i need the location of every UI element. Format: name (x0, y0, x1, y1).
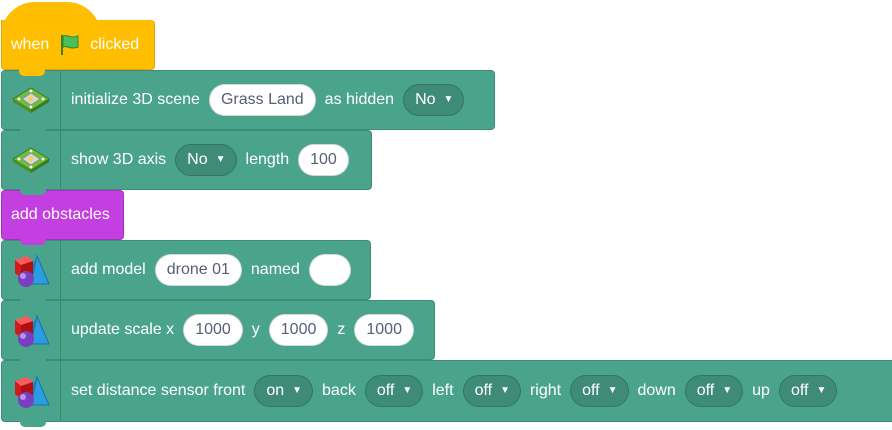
block-notch (20, 128, 46, 135)
axis-dropdown-value: No (187, 151, 208, 168)
block-icon-area (2, 131, 61, 189)
scale-x-input[interactable]: 1000 (183, 314, 243, 346)
block-icon-area (2, 361, 61, 421)
chevron-down-icon: ▼ (722, 385, 733, 396)
block-icon-area (2, 301, 61, 359)
scene-name-input[interactable]: Grass Land (208, 84, 316, 116)
down-label: down (637, 382, 676, 399)
block-notch (20, 238, 46, 245)
add-model-label: add model (71, 261, 146, 278)
right-dropdown-value: off (582, 382, 600, 399)
3d-scene-icon (11, 85, 51, 115)
chevron-down-icon: ▼ (607, 385, 618, 396)
hidden-dropdown-value: No (415, 91, 436, 108)
chevron-down-icon: ▼ (215, 154, 226, 165)
up-label: up (752, 382, 770, 399)
block-icon-area (2, 71, 61, 129)
add-obstacles-block[interactable]: add obstacles (1, 190, 124, 245)
add-obstacles-label: add obstacles (11, 206, 110, 223)
green-flag-icon (58, 33, 82, 57)
model-input[interactable]: drone 01 (154, 254, 242, 286)
show-3d-axis-label: show 3D axis (71, 151, 167, 168)
scale-y-input[interactable]: 1000 (268, 314, 329, 346)
3d-shapes-icon (11, 371, 51, 411)
length-label: length (245, 151, 290, 168)
front-dropdown[interactable]: on ▼ (254, 375, 314, 407)
when-label: when (11, 35, 50, 53)
down-dropdown-value: off (696, 382, 715, 399)
chevron-down-icon: ▼ (402, 385, 413, 396)
left-label: left (432, 382, 454, 399)
initialize-3d-scene-label: initialize 3D scene (71, 91, 200, 108)
left-dropdown-value: off (474, 382, 493, 399)
as-hidden-label: as hidden (324, 91, 395, 108)
back-dropdown[interactable]: off ▼ (364, 375, 424, 407)
hat-block-notch (19, 69, 45, 76)
block-notch (20, 188, 46, 195)
3d-shapes-icon (11, 250, 51, 290)
scale-z-label: z (337, 321, 346, 338)
back-label: back (322, 382, 356, 399)
back-dropdown-value: off (376, 382, 395, 399)
hidden-dropdown[interactable]: No ▼ (403, 84, 465, 116)
up-dropdown-value: off (790, 382, 809, 399)
chevron-down-icon: ▼ (816, 385, 827, 396)
distance-sensor-front-label: set distance sensor front (71, 382, 246, 399)
down-dropdown[interactable]: off ▼ (684, 375, 744, 407)
set-distance-sensor-block[interactable]: set distance sensor front on ▼ back off … (1, 360, 892, 427)
chevron-down-icon: ▼ (292, 385, 303, 396)
right-label: right (529, 382, 562, 399)
update-scale-block[interactable]: update scale x 1000 y 1000 z 1000 (1, 300, 435, 365)
axis-dropdown[interactable]: No ▼ (175, 144, 237, 176)
named-label: named (250, 261, 300, 278)
axis-length-input[interactable]: 100 (298, 144, 349, 176)
clicked-label: clicked (90, 35, 140, 53)
3d-shapes-icon (11, 310, 51, 350)
right-dropdown[interactable]: off ▼ (570, 375, 629, 407)
model-name-input[interactable] (308, 254, 351, 286)
update-scale-x-label: update scale x (71, 321, 175, 338)
left-dropdown[interactable]: off ▼ (462, 375, 521, 407)
block-icon-area (2, 241, 61, 299)
chevron-down-icon: ▼ (443, 94, 454, 105)
scale-y-label: y (251, 321, 260, 338)
front-dropdown-value: on (266, 382, 285, 399)
when-flag-clicked-block[interactable]: when clicked (1, 2, 155, 76)
scale-z-input[interactable]: 1000 (354, 314, 414, 346)
up-dropdown[interactable]: off ▼ (778, 375, 838, 407)
chevron-down-icon: ▼ (500, 385, 510, 396)
block-notch (20, 298, 46, 305)
hat-block-body: when clicked (1, 20, 155, 70)
add-model-block[interactable]: add model drone 01 named (1, 240, 371, 305)
3d-scene-icon (11, 145, 51, 175)
block-notch (20, 358, 46, 365)
block-notch (20, 420, 46, 427)
show-3d-axis-block[interactable]: show 3D axis No ▼ length 100 (1, 130, 372, 195)
initialize-3d-scene-block[interactable]: initialize 3D scene Grass Land as hidden… (1, 70, 495, 135)
